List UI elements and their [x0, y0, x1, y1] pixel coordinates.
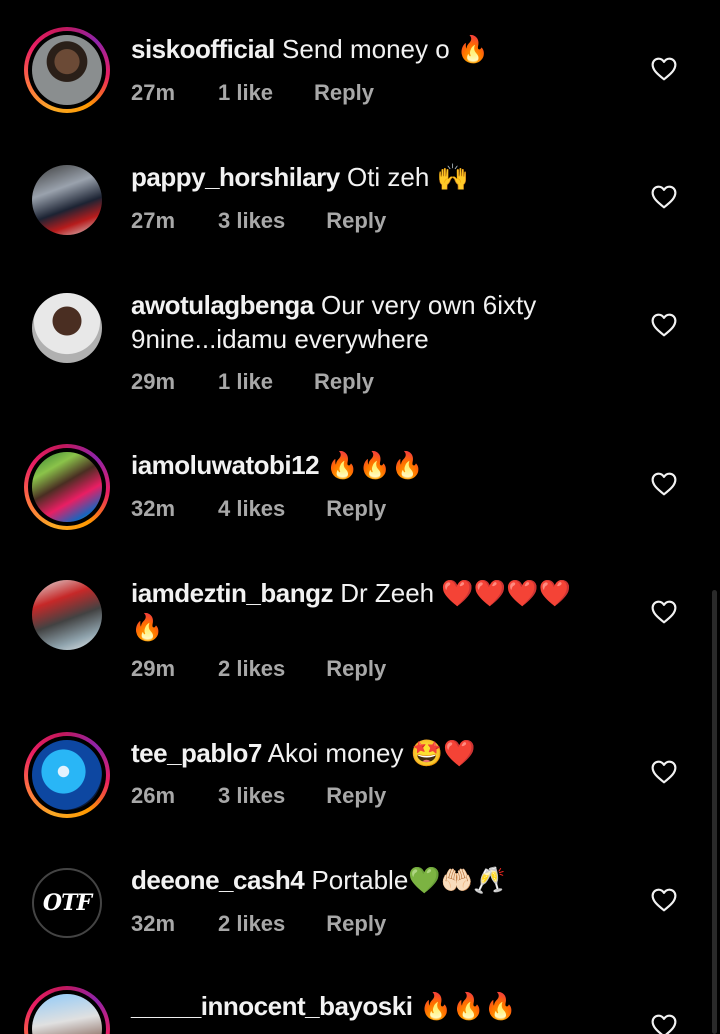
comment-time: 32m: [131, 496, 176, 521]
comment-meta: 32m 2 likes Reply: [131, 911, 386, 937]
heart-outline-icon[interactable]: [651, 472, 677, 496]
avatar[interactable]: OTF: [24, 860, 110, 946]
reply-button[interactable]: Reply: [314, 80, 374, 106]
comment-meta: 26m 3 likes Reply: [131, 783, 386, 809]
heart-outline-icon[interactable]: [651, 600, 677, 624]
comment-text: 🔥🔥🔥: [326, 450, 424, 480]
comment-likes[interactable]: 3 likes: [218, 208, 285, 234]
comment-username[interactable]: siskoofficial: [131, 34, 275, 64]
avatar[interactable]: [24, 986, 110, 1034]
comment-meta: 32m 4 likes Reply: [131, 496, 386, 522]
comment-time: 26m: [131, 783, 176, 808]
comment-likes[interactable]: 4 likes: [218, 496, 285, 522]
comment-text: 🔥🔥🔥: [419, 991, 517, 1021]
reply-button[interactable]: Reply: [326, 911, 386, 937]
comment-username[interactable]: pappy_horshilary: [131, 162, 340, 192]
reply-button[interactable]: Reply: [326, 496, 386, 522]
comment-text: Send money o 🔥: [282, 34, 490, 64]
comment-text: Akoi money 🤩❤️: [267, 738, 476, 768]
comment-meta: 27m 1 like Reply: [131, 80, 374, 106]
avatar[interactable]: [24, 732, 110, 818]
comment-likes[interactable]: 2 likes: [218, 656, 285, 682]
comment-text: Oti zeh 🙌: [346, 162, 469, 192]
comment-time: 32m: [131, 911, 176, 936]
comment-username[interactable]: _____innocent_bayoski: [131, 991, 413, 1021]
comment-username[interactable]: awotulagbenga: [131, 290, 314, 320]
avatar[interactable]: [24, 27, 110, 113]
reply-button[interactable]: Reply: [326, 208, 386, 234]
heart-outline-icon[interactable]: [651, 57, 677, 81]
comment-meta: 29m 1 like Reply: [131, 369, 374, 395]
comment-username[interactable]: iamdeztin_bangz: [131, 578, 333, 608]
comment-text: Portable💚🤲🏻🥂: [311, 865, 506, 895]
reply-button[interactable]: Reply: [326, 656, 386, 682]
avatar[interactable]: [24, 444, 110, 530]
avatar[interactable]: [24, 285, 110, 371]
reply-button[interactable]: Reply: [314, 369, 374, 395]
comment-likes[interactable]: 1 like: [218, 80, 273, 106]
heart-outline-icon[interactable]: [651, 185, 677, 209]
heart-outline-icon[interactable]: [651, 1014, 677, 1034]
avatar[interactable]: [24, 572, 110, 658]
comment-likes[interactable]: 1 like: [218, 369, 273, 395]
comment-time: 29m: [131, 656, 176, 681]
comment-username[interactable]: iamoluwatobi12: [131, 450, 320, 480]
scrollbar[interactable]: [712, 590, 717, 1034]
comment-username[interactable]: tee_pablo7: [131, 738, 262, 768]
comment-time: 27m: [131, 80, 176, 105]
reply-button[interactable]: Reply: [326, 783, 386, 809]
comment-time: 29m: [131, 369, 176, 394]
comment-meta: 27m 3 likes Reply: [131, 208, 386, 234]
comment-meta: 29m 2 likes Reply: [131, 656, 386, 682]
comment-likes[interactable]: 3 likes: [218, 783, 285, 809]
heart-outline-icon[interactable]: [651, 313, 677, 337]
comment-time: 27m: [131, 208, 176, 233]
heart-outline-icon[interactable]: [651, 888, 677, 912]
avatar-logo-text: OTF: [42, 890, 92, 916]
heart-outline-icon[interactable]: [651, 760, 677, 784]
comment-username[interactable]: deeone_cash4: [131, 865, 305, 895]
comment-likes[interactable]: 2 likes: [218, 911, 285, 937]
avatar[interactable]: [24, 157, 110, 243]
